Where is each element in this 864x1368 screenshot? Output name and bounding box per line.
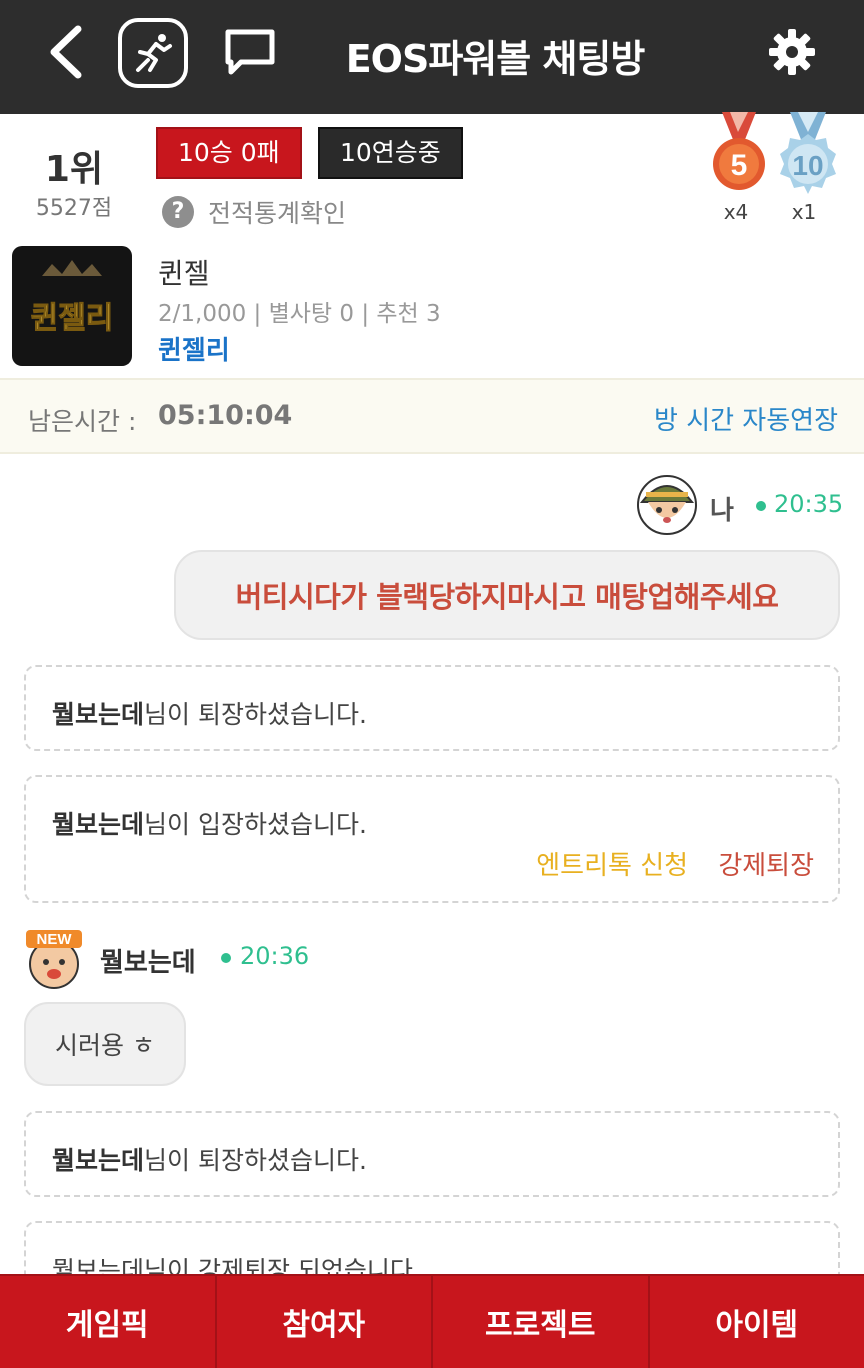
entry-talk-request-button[interactable]: 엔트리톡 신청 [536, 851, 688, 881]
bottom-nav: 게임픽 참여자 프로젝트 아이템 [0, 1274, 864, 1368]
auto-extend-link[interactable]: 방 시간 자동연장 [654, 400, 838, 437]
user-name[interactable]: 뭘보는데 [100, 942, 196, 979]
my-message-text: 버티시다가 블랙당하지마시고 매탕업해주세요 [235, 580, 779, 614]
notice-text: 뭘보는데님이 퇴장하셨습니다. [52, 1146, 367, 1175]
medal-10-count: x1 [791, 200, 817, 224]
online-dot [756, 501, 766, 511]
room-name: 퀸젤 [158, 257, 210, 290]
system-notice: 뭘보는데님이 입장하셨습니다. 엔트리톡 신청 강제퇴장 [24, 775, 840, 903]
running-icon[interactable] [118, 18, 188, 88]
medal-5-icon: 5 [704, 112, 774, 200]
medal-10-icon: 10 [768, 112, 848, 200]
record-badge: 10승 0패 [156, 127, 302, 179]
gear-icon[interactable] [764, 22, 820, 82]
medal-5-count: x4 [723, 200, 749, 224]
user-message-time: 20:36 [240, 942, 310, 970]
notice-text: 뭘보는데님이 퇴장하셨습니다. [52, 700, 367, 729]
chat-bubble-icon[interactable] [220, 24, 280, 80]
timer-label: 남은시간 : [28, 407, 137, 436]
svg-text:5: 5 [731, 149, 748, 182]
user-message-bubble[interactable]: 시러용 ㅎ [24, 1002, 186, 1086]
notice-text: 뭘보는데님이 입장하셨습니다. [52, 810, 367, 839]
nav-game-pick[interactable]: 게임픽 [0, 1276, 217, 1368]
svg-text:10: 10 [792, 150, 823, 181]
online-dot [221, 953, 231, 963]
question-icon: ? [162, 196, 194, 228]
svg-text:퀸젤리: 퀸젤리 [31, 301, 114, 336]
back-icon[interactable] [38, 22, 94, 82]
my-message-bubble[interactable]: 버티시다가 블랙당하지마시고 매탕업해주세요 [174, 550, 840, 640]
nav-project[interactable]: 프로젝트 [433, 1276, 650, 1368]
user-avatar: NEW [24, 928, 88, 990]
top-bar: EOS파워볼 채팅방 [0, 0, 864, 114]
room-meta: 2/1,000 | 별사탕 0 | 추천 3 [158, 301, 441, 327]
user-message-text: 시러용 ㅎ [55, 1031, 155, 1060]
system-notice: 뭘보는데님이 퇴장하셨습니다. [24, 1111, 840, 1197]
timer-value: 05:10:04 [158, 400, 293, 431]
score-label: 5527점 [35, 196, 113, 221]
system-notice: 뭘보는데님이 퇴장하셨습니다. [24, 665, 840, 751]
nav-items[interactable]: 아이템 [650, 1276, 864, 1368]
stats-link-label: 전적통계확인 [208, 199, 347, 228]
timer-bar: 남은시간 : 05:10:04 방 시간 자동연장 [0, 378, 864, 454]
stats-link[interactable]: ? 전적통계확인 [162, 194, 346, 230]
svg-text:NEW: NEW [37, 931, 73, 948]
streak-badge: 10연승중 [318, 127, 463, 179]
my-name: 나 [710, 496, 734, 526]
kick-button[interactable]: 강제퇴장 [718, 851, 814, 881]
nav-participants[interactable]: 참여자 [217, 1276, 433, 1368]
room-owner-link[interactable]: 퀸젤리 [158, 330, 230, 367]
my-message-time: 20:35 [774, 490, 844, 518]
rank-label: 1위 [44, 149, 104, 190]
room-thumbnail: 퀸젤리 [12, 246, 132, 366]
page-title: EOS파워볼 채팅방 [345, 37, 646, 81]
my-avatar [636, 474, 698, 536]
